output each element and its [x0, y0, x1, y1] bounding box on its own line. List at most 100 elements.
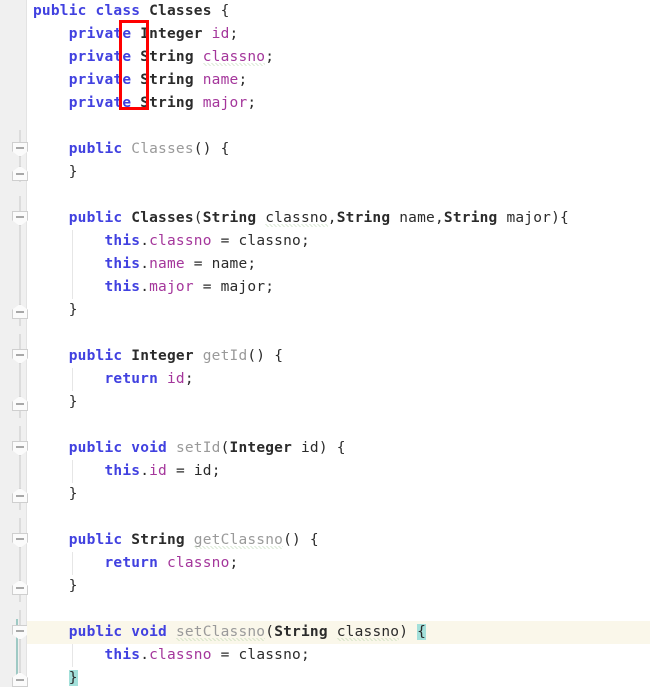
- code-line-19[interactable]: [27, 414, 650, 437]
- fold-marker-expand-line-7[interactable]: [12, 142, 28, 157]
- token-class-name: Classes: [149, 3, 212, 19]
- fold-marker-end-line-26[interactable]: [12, 580, 28, 595]
- fold-marker-minus-icon: [16, 147, 24, 149]
- token-semicolon: ;: [247, 256, 257, 272]
- fold-marker-expand-line-10[interactable]: [12, 211, 28, 226]
- code-line-5[interactable]: private String major;: [27, 92, 650, 115]
- fold-marker-minus-icon: [16, 446, 24, 448]
- fold-marker-expand-line-24[interactable]: [12, 533, 28, 548]
- fold-marker-shape: [12, 533, 28, 548]
- code-line-23[interactable]: [27, 506, 650, 529]
- token-type: String: [443, 210, 498, 226]
- code-line-18[interactable]: }: [27, 391, 650, 414]
- code-line-28[interactable]: public void setClassno(String classno) {: [27, 621, 650, 644]
- token-method-name: setId: [175, 440, 221, 456]
- token-paren: (: [193, 210, 203, 226]
- code-line-30[interactable]: }: [27, 667, 650, 687]
- token-semicolon: ;: [211, 463, 221, 479]
- fold-marker-expand-line-20[interactable]: [12, 441, 28, 456]
- token-brace: {: [560, 210, 569, 226]
- code-line-21[interactable]: this.id = id;: [27, 460, 650, 483]
- token-field: id: [211, 26, 230, 42]
- token-comma: ,: [327, 210, 337, 226]
- token-field: major: [202, 95, 248, 111]
- token-paren: (): [193, 141, 212, 157]
- fold-marker-end-line-18[interactable]: [12, 396, 28, 411]
- token-type: String: [140, 49, 194, 65]
- code-line-17[interactable]: return id;: [27, 368, 650, 391]
- token-field: name: [149, 256, 185, 272]
- token-keyword: public: [68, 532, 123, 548]
- token-keyword: class: [95, 3, 141, 19]
- code-line-4[interactable]: private String name;: [27, 69, 650, 92]
- token-keyword: public: [68, 210, 123, 226]
- fold-marker-end-line-22[interactable]: [12, 488, 28, 503]
- token-type: Integer: [131, 348, 194, 364]
- token-method-name: getId: [202, 348, 248, 364]
- fold-marker-expand-line-16[interactable]: [12, 349, 28, 364]
- code-line-12[interactable]: this.name = name;: [27, 253, 650, 276]
- code-line-11[interactable]: this.classno = classno;: [27, 230, 650, 253]
- token-brace: }: [68, 164, 78, 180]
- fold-marker-end-line-14[interactable]: [12, 304, 28, 319]
- code-line-26[interactable]: }: [27, 575, 650, 598]
- token-keyword: this: [104, 647, 141, 663]
- token-dot: .: [140, 647, 150, 663]
- token-paren: (: [220, 440, 230, 456]
- token-semicolon: ;: [300, 647, 310, 663]
- token-semicolon: ;: [300, 233, 310, 249]
- token-brace-match-open: {: [417, 624, 427, 640]
- code-line-25[interactable]: return classno;: [27, 552, 650, 575]
- token-brace-match-close: }: [68, 670, 78, 686]
- token-brace: {: [336, 440, 346, 456]
- token-field: classno: [149, 647, 212, 663]
- token-keyword: private: [68, 95, 132, 111]
- code-line-3[interactable]: private String classno;: [27, 46, 650, 69]
- code-line-16[interactable]: public Integer getId() {: [27, 345, 650, 368]
- token-parameter: name: [211, 256, 248, 272]
- token-brace: {: [220, 3, 230, 19]
- code-text-area[interactable]: public class Classes { private Integer i…: [27, 0, 650, 687]
- token-comma: ,: [434, 210, 444, 226]
- code-editor[interactable]: public class Classes { private Integer i…: [0, 0, 650, 687]
- code-line-2[interactable]: private Integer id;: [27, 23, 650, 46]
- code-line-22[interactable]: }: [27, 483, 650, 506]
- token-brace: }: [68, 486, 78, 502]
- token-semicolon: ;: [247, 95, 257, 111]
- token-brace: }: [68, 302, 78, 318]
- token-parameter: major: [506, 210, 552, 226]
- code-line-1[interactable]: public class Classes {: [27, 0, 650, 23]
- fold-marker-minus-icon: [16, 173, 24, 175]
- code-line-20[interactable]: public void setId(Integer id) {: [27, 437, 650, 460]
- token-paren: ): [399, 624, 409, 640]
- token-dot: .: [140, 279, 150, 295]
- token-parameter: id: [300, 440, 319, 456]
- fold-marker-end-line-8[interactable]: [12, 166, 28, 181]
- code-line-29[interactable]: this.classno = classno;: [27, 644, 650, 667]
- token-type: String: [336, 210, 391, 226]
- code-line-15[interactable]: [27, 322, 650, 345]
- fold-marker-end-line-30[interactable]: [12, 672, 28, 687]
- token-paren: (): [283, 532, 301, 548]
- token-keyword: public: [33, 3, 87, 19]
- code-line-9[interactable]: [27, 184, 650, 207]
- code-line-13[interactable]: this.major = major;: [27, 276, 650, 299]
- token-brace: {: [274, 348, 284, 364]
- token-field: classno: [149, 233, 212, 249]
- code-line-7[interactable]: public Classes() {: [27, 138, 650, 161]
- code-line-24[interactable]: public String getClassno() {: [27, 529, 650, 552]
- fold-marker-shape: [12, 349, 28, 364]
- token-keyword: this: [104, 256, 141, 272]
- token-method-name: setClassno: [175, 624, 266, 641]
- token-keyword: public: [68, 440, 123, 456]
- fold-marker-minus-icon: [16, 354, 24, 356]
- code-line-8[interactable]: }: [27, 161, 650, 184]
- token-parameter: classno: [238, 647, 301, 663]
- fold-marker-expand-line-28[interactable]: [12, 625, 28, 640]
- code-line-27[interactable]: [27, 598, 650, 621]
- token-operator: =: [175, 463, 185, 479]
- code-line-6[interactable]: [27, 115, 650, 138]
- code-line-14[interactable]: }: [27, 299, 650, 322]
- token-parameter: classno: [265, 210, 328, 227]
- code-line-10[interactable]: public Classes(String classno,String nam…: [27, 207, 650, 230]
